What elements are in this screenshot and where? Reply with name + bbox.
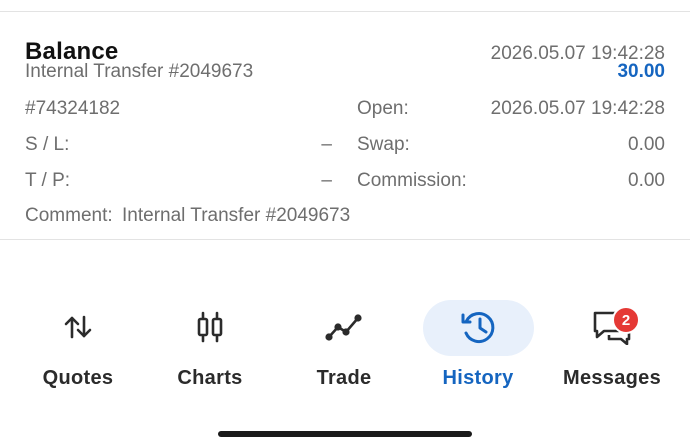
deal-subtitle: Internal Transfer #2049673	[25, 61, 254, 82]
nav-quotes-label: Quotes	[42, 367, 114, 389]
nav-history[interactable]: History	[413, 295, 543, 395]
card-divider	[0, 239, 690, 240]
swap-value: 0.00	[628, 134, 665, 155]
comment-value: Internal Transfer #2049673	[122, 205, 351, 226]
tp-label: T / P:	[25, 170, 71, 191]
sort-arrows-icon	[58, 310, 98, 344]
home-indicator[interactable]	[218, 431, 472, 437]
nav-quotes[interactable]: Quotes	[13, 295, 143, 395]
sl-value: –	[321, 134, 332, 155]
open-label: Open:	[357, 98, 409, 119]
tp-value: –	[321, 170, 332, 191]
nav-history-label: History	[442, 367, 514, 389]
sl-label: S / L:	[25, 134, 70, 155]
candlestick-icon	[190, 310, 230, 344]
swap-label: Swap:	[357, 134, 410, 155]
deal-amount: 30.00	[617, 61, 665, 82]
commission-label: Commission:	[357, 170, 467, 191]
bottom-navigation: Quotes Charts Trade History Messages	[0, 295, 690, 395]
nav-charts[interactable]: Charts	[145, 295, 275, 395]
ticket-number: #74324182	[25, 98, 121, 119]
nav-trade-label: Trade	[316, 367, 372, 389]
nav-charts-label: Charts	[177, 367, 243, 389]
comment-label: Comment:	[25, 205, 113, 226]
open-value: 2026.05.07 19:42:28	[490, 98, 665, 119]
history-clock-icon	[458, 310, 498, 344]
nav-messages[interactable]: Messages	[547, 295, 677, 395]
commission-value: 0.00	[628, 170, 665, 191]
trend-line-icon	[324, 310, 364, 344]
nav-trade[interactable]: Trade	[279, 295, 409, 395]
nav-messages-label: Messages	[562, 367, 661, 389]
messages-badge: 2	[612, 306, 640, 334]
